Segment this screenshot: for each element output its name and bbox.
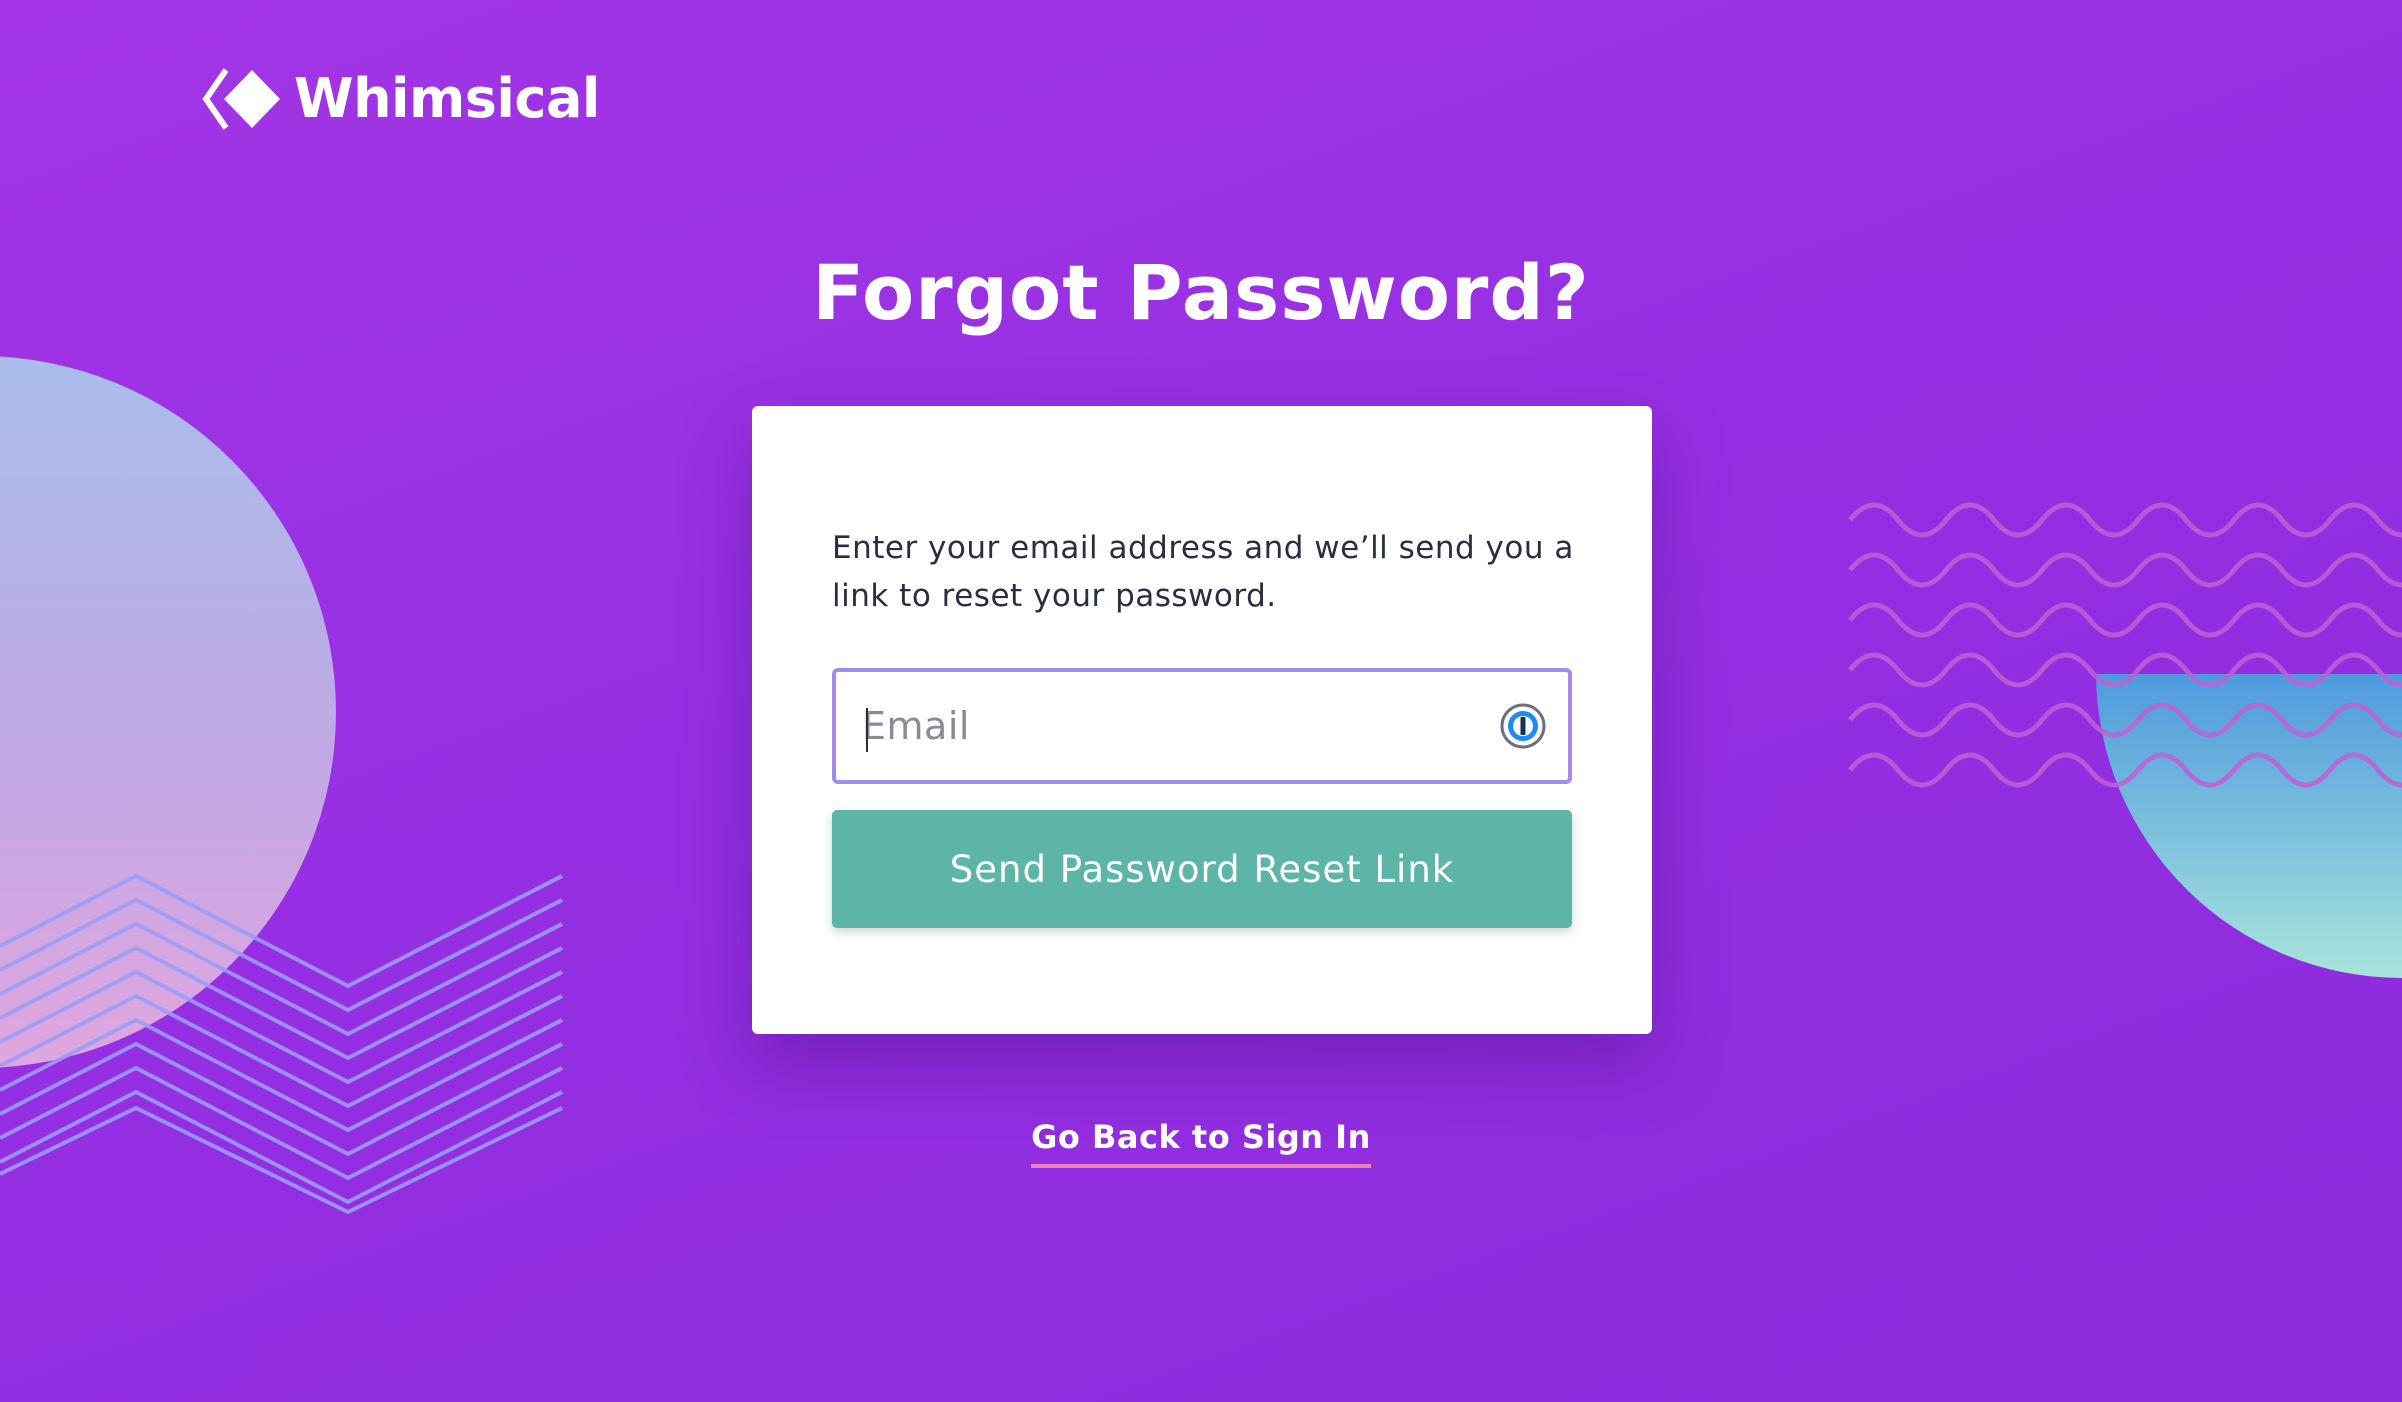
- page-title: Forgot Password?: [812, 248, 1590, 337]
- text-caret: [866, 708, 868, 752]
- reset-password-card: Enter your email address and we’ll send …: [752, 406, 1652, 1034]
- instructions-text: Enter your email address and we’ll send …: [832, 530, 1574, 614]
- send-reset-link-button[interactable]: Send Password Reset Link: [832, 810, 1572, 928]
- brand-name: Whimsical: [294, 67, 600, 130]
- left-circle-shape: [0, 356, 336, 1068]
- back-link-container: Go Back to Sign In: [0, 1118, 2402, 1168]
- right-circle-shape: [2096, 674, 2402, 978]
- whimsical-logo-icon: [202, 68, 280, 130]
- password-manager-icon[interactable]: [1500, 703, 1546, 749]
- email-input[interactable]: [862, 672, 1462, 780]
- whimsical-logo-link[interactable]: Whimsical: [202, 66, 600, 132]
- email-field[interactable]: [832, 668, 1572, 784]
- go-back-to-sign-in-link[interactable]: Go Back to Sign In: [1031, 1118, 1371, 1168]
